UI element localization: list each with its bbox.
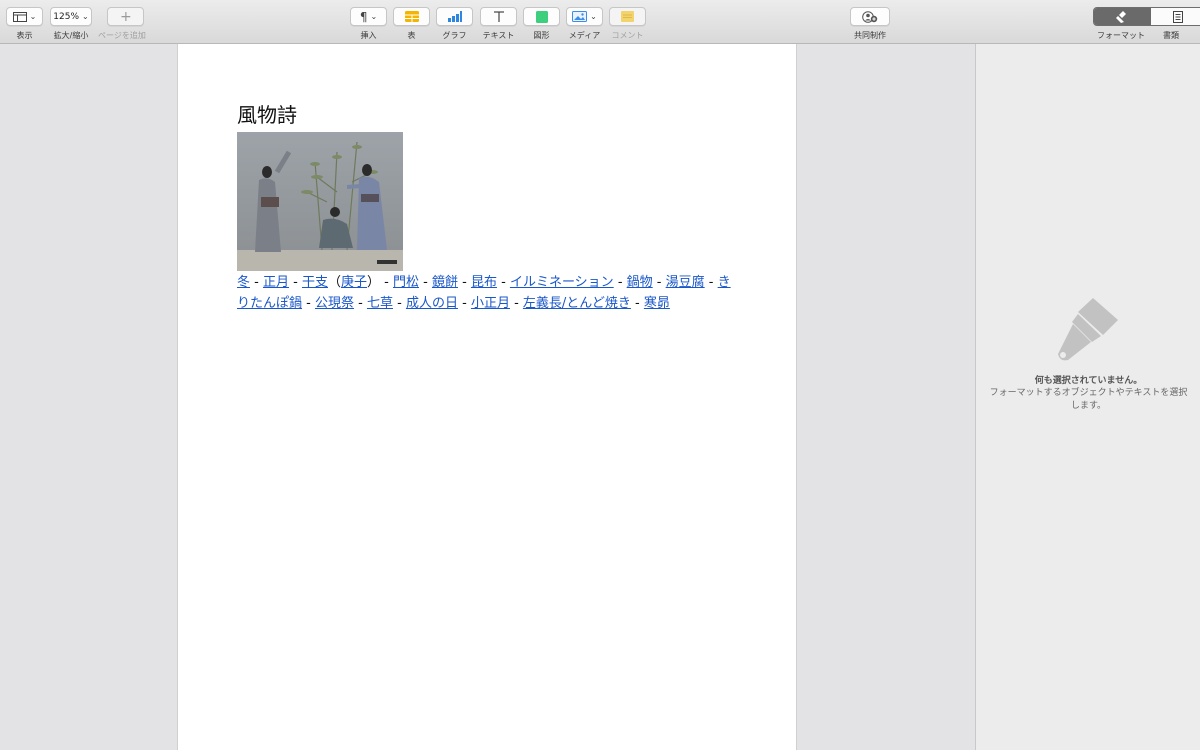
table-group: 表 xyxy=(393,7,430,41)
zoom-select[interactable]: 125% ⌄ xyxy=(50,7,92,26)
shape-square-icon xyxy=(535,10,548,23)
separator: - xyxy=(509,296,523,311)
chart-button[interactable] xyxy=(436,7,473,26)
zoom-label: 拡大/縮小 xyxy=(53,31,89,40)
shape-label: 図形 xyxy=(533,31,550,40)
topic-link[interactable]: 干支 xyxy=(302,275,328,290)
topic-link[interactable]: 庚子 xyxy=(341,275,367,290)
document-tab[interactable] xyxy=(1151,8,1200,25)
topic-link[interactable]: 昆布 xyxy=(471,275,497,290)
table-icon xyxy=(404,11,419,22)
topic-link[interactable]: 成人の日 xyxy=(406,296,458,311)
topic-link[interactable]: 鍋物 xyxy=(627,275,653,290)
separator: - xyxy=(302,296,315,311)
topic-link[interactable]: 七草 xyxy=(367,296,393,311)
chevron-down-icon: ⌄ xyxy=(29,12,37,21)
links-paragraph: 冬 - 正月 - 干支（庚子） - 門松 - 鏡餅 - 昆布 - イルミネーショ… xyxy=(237,272,742,314)
text-icon xyxy=(493,11,504,22)
text-group: テキスト xyxy=(480,7,517,41)
topic-link[interactable]: 鏡餅 xyxy=(432,275,458,290)
chevron-down-icon: ⌄ xyxy=(370,12,378,21)
comment-group: コメント xyxy=(609,7,646,41)
no-selection-heading: 何も選択されていません。 xyxy=(1034,376,1143,386)
topic-link[interactable]: 門松 xyxy=(393,275,419,290)
document-canvas[interactable]: 風物詩 冬 - 正月 - 干支（庚子） - 門松 - 鏡餅 - 昆布 - イルミ… xyxy=(0,44,975,750)
insert-label: 挿入 xyxy=(360,31,377,40)
text-label: テキスト xyxy=(482,31,515,40)
view-label: 表示 xyxy=(16,31,33,40)
format-inspector-panel: 何も選択されていません。 フォーマットするオブジェクトやテキストを選択します。 xyxy=(975,44,1200,750)
collaborate-group: 共同制作 xyxy=(850,7,890,41)
separator: （ xyxy=(327,275,341,290)
topic-link[interactable]: 正月 xyxy=(263,275,289,290)
comment-button[interactable] xyxy=(609,7,646,26)
paragraph-icon: ¶ xyxy=(359,9,368,24)
photo-of-kimono-dancers-icon[interactable] xyxy=(237,132,403,271)
separator: - xyxy=(496,275,510,290)
separator: - xyxy=(704,275,718,290)
media-group: ⌄ メディア xyxy=(566,7,603,41)
shape-group: 図形 xyxy=(523,7,560,41)
inspector-segmented-control xyxy=(1093,7,1200,26)
photo-icon xyxy=(572,11,588,22)
add-page-button[interactable]: + xyxy=(107,7,145,26)
view-group: ⌄ 表示 xyxy=(6,7,43,41)
document-page[interactable]: 風物詩 冬 - 正月 - 干支（庚子） - 門松 - 鏡餅 - 昆布 - イルミ… xyxy=(177,44,797,750)
media-button[interactable]: ⌄ xyxy=(566,7,603,26)
topic-link[interactable]: 寒昴 xyxy=(644,296,670,311)
separator: - xyxy=(392,296,406,311)
paintbrush-icon xyxy=(1058,298,1118,361)
collaborate-label: 共同制作 xyxy=(854,31,886,40)
no-selection-hint: フォーマットするオブジェクトやテキストを選択します。 xyxy=(989,388,1188,411)
topic-link[interactable]: 冬 xyxy=(237,275,250,290)
chevron-down-icon: ⌄ xyxy=(590,12,597,21)
toolbar: ⌄ 表示 125% ⌄ 拡大/縮小 + ページを追加 ¶ ⌄ 挿入 表 グラフ … xyxy=(0,0,1200,44)
sidebar-icon xyxy=(12,11,27,22)
topic-link[interactable]: 小正月 xyxy=(471,296,510,311)
insert-group: ¶ ⌄ 挿入 xyxy=(350,7,387,41)
topic-link[interactable]: 湯豆腐 xyxy=(666,275,705,290)
separator: - xyxy=(250,275,263,290)
format-tab[interactable] xyxy=(1094,8,1151,25)
comment-label: コメント xyxy=(611,31,644,40)
comment-icon xyxy=(621,11,634,22)
add-page-label: ページを追加 xyxy=(98,31,146,40)
add-page-group: + ページを追加 xyxy=(98,7,146,41)
chart-label: グラフ xyxy=(442,31,467,40)
topic-link[interactable]: 左義長/とんど焼き xyxy=(523,296,631,311)
separator: - xyxy=(289,275,302,290)
separator: - xyxy=(613,275,627,290)
document-label: 書類 xyxy=(1163,31,1179,40)
separator: - xyxy=(652,275,666,290)
shape-button[interactable] xyxy=(523,7,560,26)
separator: - xyxy=(630,296,644,311)
paintbrush-icon xyxy=(1115,10,1126,23)
topic-link[interactable]: 公現祭 xyxy=(315,296,354,311)
chevron-down-icon: ⌄ xyxy=(82,12,89,21)
bar-chart-icon xyxy=(447,11,462,22)
document-title[interactable]: 風物詩 xyxy=(237,99,297,128)
separator: - xyxy=(457,275,471,290)
zoom-value: 125% xyxy=(53,11,80,22)
table-button[interactable] xyxy=(393,7,430,26)
chart-group: グラフ xyxy=(436,7,473,41)
format-label: フォーマット xyxy=(1097,31,1145,40)
separator: - xyxy=(457,296,471,311)
collaborate-button[interactable] xyxy=(850,7,890,26)
media-label: メディア xyxy=(568,31,601,40)
topic-link[interactable]: イルミネーション xyxy=(510,275,614,290)
add-person-icon xyxy=(862,10,878,23)
table-label: 表 xyxy=(407,31,416,40)
separator: - xyxy=(419,275,432,290)
view-button[interactable]: ⌄ xyxy=(6,7,43,26)
separator: ） - xyxy=(367,275,393,290)
insert-button[interactable]: ¶ ⌄ xyxy=(350,7,387,26)
zoom-group: 125% ⌄ 拡大/縮小 xyxy=(50,7,92,41)
plus-icon: + xyxy=(120,8,132,25)
separator: - xyxy=(354,296,367,311)
text-button[interactable] xyxy=(480,7,517,26)
document-icon xyxy=(1172,10,1183,23)
